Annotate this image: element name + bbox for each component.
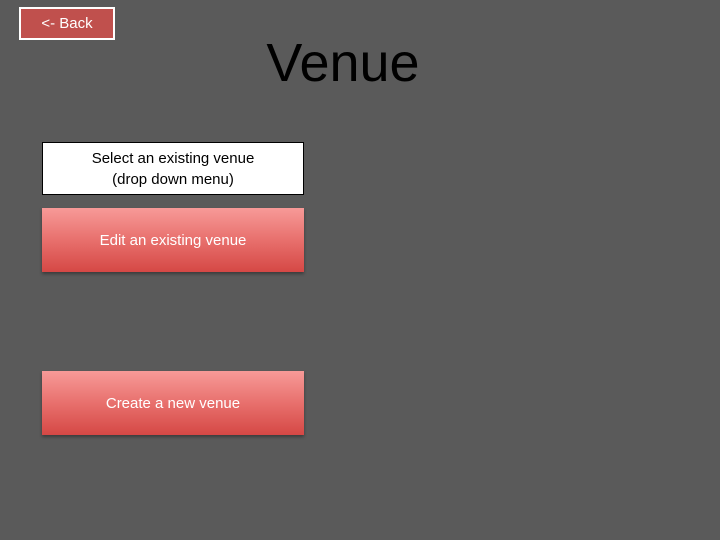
page-title: Venue — [266, 33, 420, 93]
edit-venue-button-label: Edit an existing venue — [99, 231, 247, 249]
back-button-label: <- Back — [41, 15, 93, 32]
venue-select-label-line1: Select an existing venue — [91, 149, 255, 167]
create-venue-button-label: Create a new venue — [105, 394, 241, 412]
create-venue-button[interactable]: Create a new venue — [42, 371, 304, 435]
venue-select-dropdown[interactable]: Select an existing venue (drop down menu… — [42, 142, 304, 195]
venue-select-label-line2: (drop down menu) — [112, 170, 234, 188]
edit-venue-button[interactable]: Edit an existing venue — [42, 208, 304, 272]
back-button[interactable]: <- Back — [19, 7, 115, 40]
